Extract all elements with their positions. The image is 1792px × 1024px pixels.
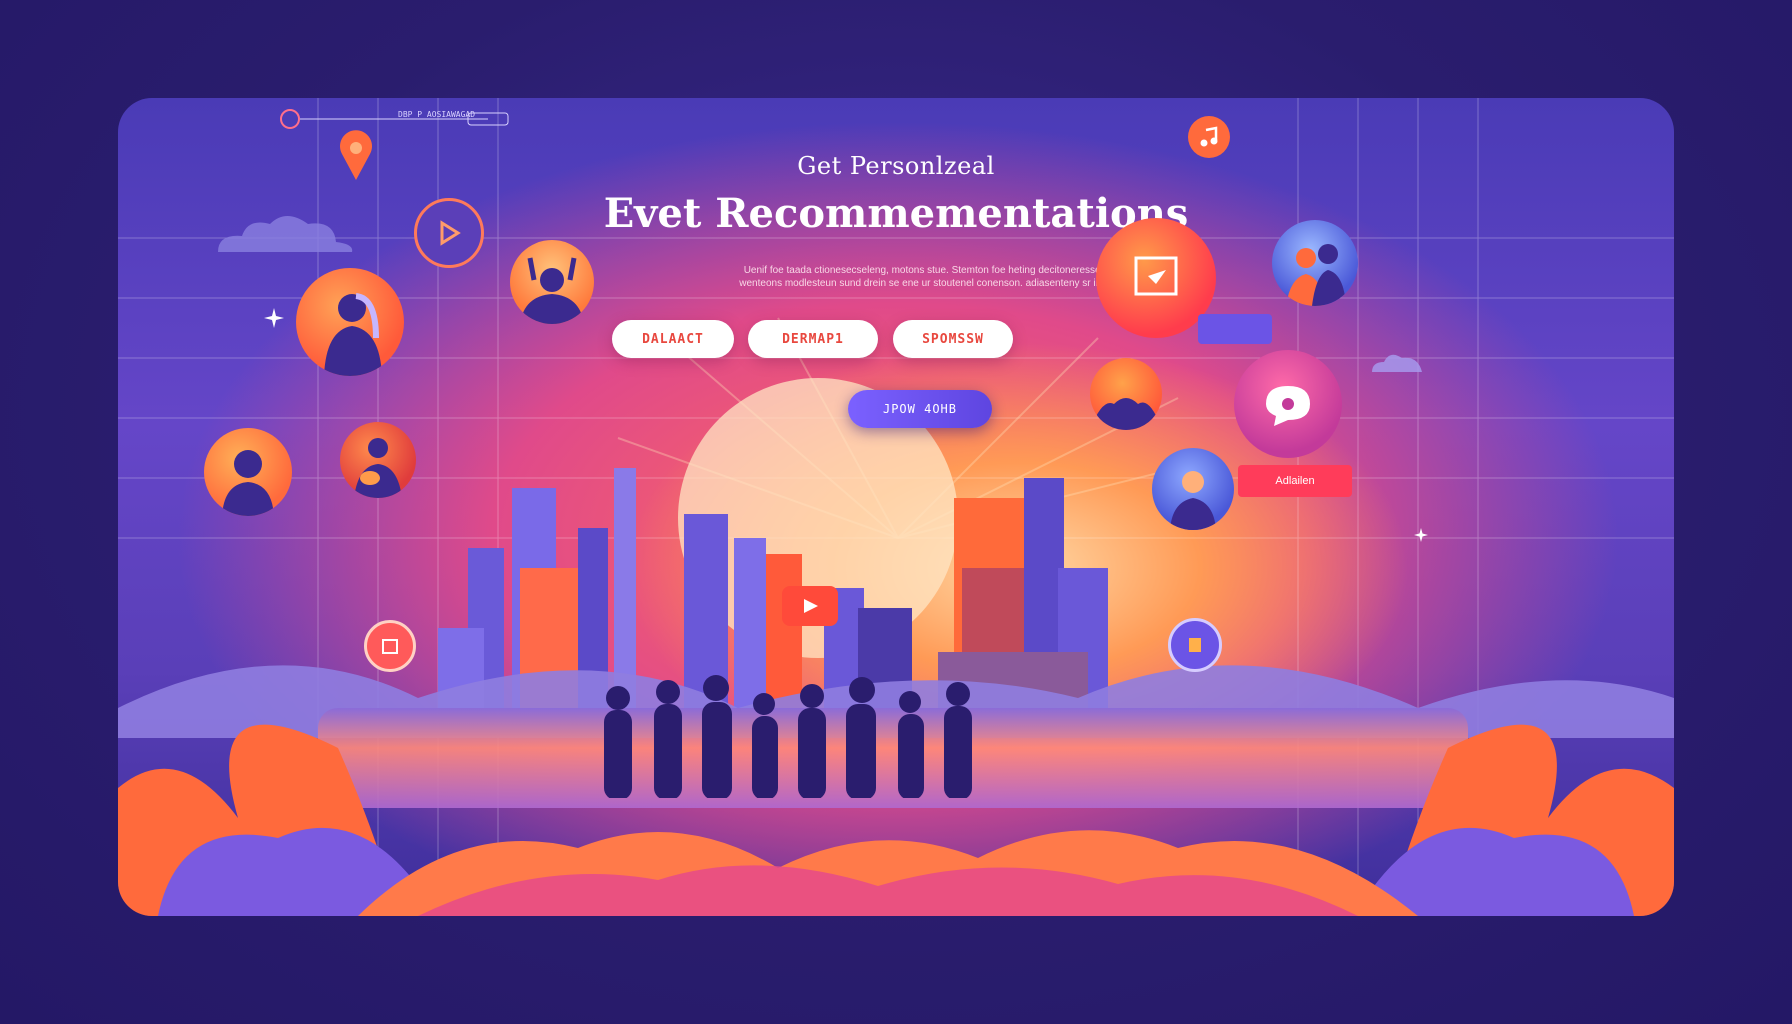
person-icon [324,293,382,376]
play-icon [440,220,461,246]
play-button[interactable] [414,198,484,268]
filter-pill-2[interactable]: DERMAP1 [748,320,878,358]
hero-card: DBP P AOSIAWAGAD Get Personlzeal Evet Re… [118,98,1674,916]
avatar-couple[interactable] [1272,220,1358,306]
crowd-icon [520,257,584,324]
music-note-icon [1200,126,1218,147]
filter-pill-1[interactable]: DALAACT [612,320,734,358]
sparkle-icon [264,308,284,328]
page-background: DBP P AOSIAWAGAD Get Personlzeal Evet Re… [0,0,1792,1024]
sparkle-icon [1414,528,1428,542]
search-bar-icon[interactable] [278,106,518,132]
cloud-icon [218,216,353,252]
avatar-performer-1[interactable] [296,268,404,376]
person-icon [1286,244,1346,306]
music-button[interactable] [1188,116,1230,158]
ticket-icon [1134,256,1178,296]
small-card-button[interactable] [1198,314,1272,344]
play-icon [804,599,818,613]
filter-pill-3[interactable]: SPOMSSW [893,320,1013,358]
avatar-crowd[interactable] [510,240,594,324]
foreground-foliage [118,724,1674,916]
location-pin-icon [340,130,372,180]
cloud-icon [1372,354,1422,372]
